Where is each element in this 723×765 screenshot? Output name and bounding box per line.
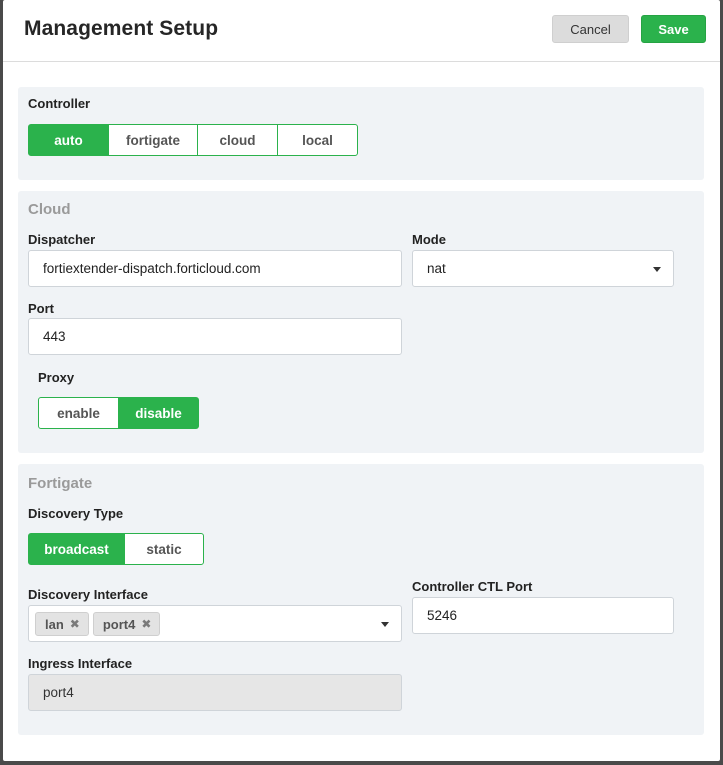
- discovery-type-option-static[interactable]: static: [124, 533, 204, 565]
- dispatcher-input[interactable]: fortiextender-dispatch.forticloud.com: [28, 250, 402, 287]
- save-button[interactable]: Save: [641, 15, 706, 43]
- interface-tag: port4 ✖: [92, 612, 161, 636]
- proxy-option-disable[interactable]: disable: [118, 397, 199, 429]
- dialog-header: Management Setup Cancel Save: [3, 0, 720, 62]
- ctl-port-input[interactable]: 5246: [412, 597, 674, 634]
- port-label: Port: [28, 301, 54, 316]
- interface-tag-label: lan: [45, 616, 64, 632]
- mode-label: Mode: [412, 232, 446, 247]
- fortigate-section: Fortigate Discovery Type broadcast stati…: [18, 464, 704, 735]
- ctl-port-label: Controller CTL Port: [412, 579, 533, 594]
- discovery-type-selector: broadcast static: [28, 533, 204, 565]
- chevron-down-icon: [653, 267, 661, 272]
- cloud-section-title: Cloud: [28, 201, 71, 218]
- ingress-interface-field: port4: [28, 674, 402, 711]
- dispatcher-label: Dispatcher: [28, 232, 96, 247]
- controller-section: Controller auto fortigate cloud local: [18, 87, 704, 180]
- controller-selector: auto fortigate cloud local: [28, 124, 358, 156]
- ingress-interface-label: Ingress Interface: [28, 656, 133, 671]
- proxy-label: Proxy: [38, 370, 75, 385]
- discovery-interface-tags: lan ✖ port4 ✖: [35, 612, 164, 636]
- controller-option-local[interactable]: local: [277, 124, 358, 156]
- discovery-type-label: Discovery Type: [28, 506, 124, 521]
- chevron-down-icon: [381, 622, 389, 627]
- controller-option-cloud[interactable]: cloud: [197, 124, 278, 156]
- fortigate-section-title: Fortigate: [28, 475, 93, 492]
- interface-tag-label: port4: [102, 616, 136, 632]
- remove-tag-icon[interactable]: ✖: [70, 617, 80, 631]
- management-setup-dialog: Management Setup Cancel Save Controller …: [3, 0, 720, 761]
- interface-tag: lan ✖: [35, 612, 89, 636]
- remove-tag-icon[interactable]: ✖: [141, 617, 151, 631]
- mode-select[interactable]: nat: [412, 250, 674, 287]
- discovery-type-option-broadcast[interactable]: broadcast: [28, 533, 125, 565]
- controller-label: Controller: [28, 96, 91, 111]
- port-input[interactable]: 443: [28, 318, 402, 355]
- controller-option-auto[interactable]: auto: [28, 124, 109, 156]
- discovery-interface-select[interactable]: lan ✖ port4 ✖: [28, 605, 402, 642]
- proxy-option-enable[interactable]: enable: [38, 397, 119, 429]
- mode-value: nat: [427, 261, 446, 276]
- cancel-button[interactable]: Cancel: [552, 15, 629, 43]
- proxy-selector: enable disable: [38, 397, 199, 429]
- discovery-interface-label: Discovery Interface: [28, 587, 148, 602]
- controller-option-fortigate[interactable]: fortigate: [108, 124, 198, 156]
- cloud-section: Cloud Dispatcher fortiextender-dispatch.…: [18, 191, 704, 453]
- dialog-title: Management Setup: [24, 17, 219, 40]
